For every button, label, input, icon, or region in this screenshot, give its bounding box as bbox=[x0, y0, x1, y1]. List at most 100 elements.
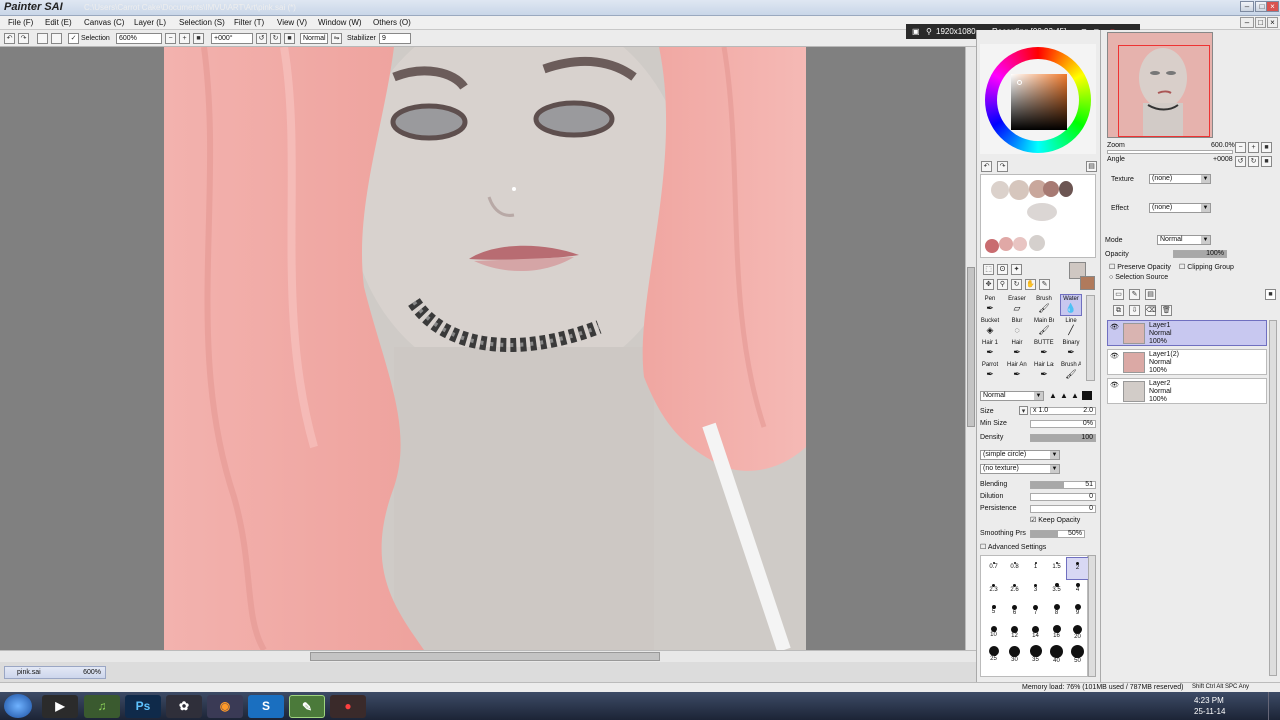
brush-size-cell[interactable]: 7 bbox=[1025, 602, 1046, 623]
smoothing-slider[interactable]: 50% bbox=[1030, 530, 1085, 538]
selection-checkbox[interactable]: ✓ bbox=[68, 33, 79, 44]
redo-icon[interactable]: ↷ bbox=[18, 33, 29, 44]
brush-edge-soft-icon[interactable]: ▲ bbox=[1049, 391, 1057, 400]
media-app-icon[interactable]: ▶ bbox=[42, 695, 78, 718]
brush-size-cell[interactable]: 3.5 bbox=[1046, 580, 1067, 601]
brush-size-cell[interactable]: 50 bbox=[1067, 644, 1088, 667]
tool-eraser[interactable]: Eraser ▱ bbox=[1007, 295, 1027, 315]
nav-zoom-slider[interactable] bbox=[1107, 150, 1233, 154]
zoom-in-icon[interactable]: + bbox=[179, 33, 190, 44]
nav-rotate-right-icon[interactable]: ↻ bbox=[1248, 156, 1259, 167]
brush-size-scrollbar[interactable] bbox=[1088, 555, 1096, 677]
min-size-slider[interactable]: 0% bbox=[1030, 420, 1096, 428]
layer-panel-menu-icon[interactable]: ■ bbox=[1265, 289, 1276, 300]
menu-others[interactable]: Others (O) bbox=[373, 18, 411, 27]
delete-layer-icon[interactable]: 🗑 bbox=[1161, 305, 1172, 316]
zoom-select[interactable]: 600% bbox=[116, 33, 162, 44]
brush-size-cell[interactable]: 1 bbox=[1025, 558, 1046, 579]
doc-minimize-button[interactable]: – bbox=[1240, 17, 1254, 28]
brush-size-cell[interactable]: 2.6 bbox=[1004, 580, 1025, 601]
doc-restore-button[interactable]: □ bbox=[1255, 17, 1266, 28]
rotation-select[interactable]: +000° bbox=[211, 33, 253, 44]
brush-size-cell[interactable]: 30 bbox=[1004, 645, 1025, 667]
blending-slider[interactable]: 51 bbox=[1030, 481, 1096, 489]
file-tab[interactable]: pink.sai 600% bbox=[4, 666, 106, 679]
swatch-redo-icon[interactable]: ↷ bbox=[997, 161, 1008, 172]
close-button[interactable]: × bbox=[1266, 1, 1279, 12]
canvas-area[interactable] bbox=[0, 47, 966, 650]
menu-filter[interactable]: Filter (T) bbox=[234, 18, 264, 27]
tool-grid-scrollbar[interactable] bbox=[1086, 295, 1095, 381]
navigator-viewport[interactable] bbox=[1118, 45, 1210, 137]
copy-layer-icon[interactable]: ⧉ bbox=[1113, 305, 1124, 316]
tool-hair[interactable]: Hair ✒ bbox=[1007, 339, 1027, 359]
tool-hair-anime[interactable]: Hair Anime✒ bbox=[1007, 361, 1027, 381]
canvas-horizontal-scrollbar[interactable] bbox=[0, 650, 976, 662]
start-button[interactable] bbox=[4, 694, 32, 718]
brush-size-cell[interactable]: 5 bbox=[983, 602, 1004, 623]
dilution-slider[interactable]: 0 bbox=[1030, 493, 1096, 501]
layer-list-scrollbar[interactable] bbox=[1269, 320, 1277, 676]
nav-zoom-out-icon[interactable]: − bbox=[1235, 142, 1246, 153]
tool-brush[interactable]: Brush 🖌 bbox=[1034, 295, 1054, 315]
brush-edge-medium-icon[interactable]: ▲ bbox=[1060, 391, 1068, 400]
menu-view[interactable]: View (V) bbox=[277, 18, 307, 27]
zoom-reset-icon[interactable]: ■ bbox=[193, 33, 204, 44]
effect-select[interactable]: (none) ▼ bbox=[1149, 203, 1211, 213]
app-icon[interactable]: ✿ bbox=[166, 695, 202, 718]
swatch-options-icon[interactable]: ▤ bbox=[1086, 161, 1097, 172]
menu-edit[interactable]: Edit (E) bbox=[45, 18, 72, 27]
navigator-preview[interactable] bbox=[1107, 32, 1213, 138]
tool-bucket[interactable]: Bucket ◈ bbox=[980, 317, 1000, 337]
new-linework-layer-icon[interactable]: ✎ bbox=[1129, 289, 1140, 300]
rotate-right-icon[interactable]: ↻ bbox=[270, 33, 281, 44]
tool-butter[interactable]: BUTTER✒ bbox=[1034, 339, 1054, 359]
menu-canvas[interactable]: Canvas (C) bbox=[84, 18, 124, 27]
nav-zoom-in-icon[interactable]: + bbox=[1248, 142, 1259, 153]
brush-size-cell[interactable]: 0.8 bbox=[1004, 558, 1025, 579]
blend-mode-select[interactable]: Normal bbox=[300, 33, 328, 44]
menu-layer[interactable]: Layer (L) bbox=[134, 18, 166, 27]
brush-texture-select[interactable]: (no texture) ▼ bbox=[980, 464, 1060, 474]
brush-size-cell[interactable]: 2 bbox=[1066, 557, 1089, 580]
zoom-icon[interactable]: ⚲ bbox=[997, 279, 1008, 290]
advanced-settings-checkbox[interactable]: ☐ Advanced Settings bbox=[980, 543, 1046, 551]
tool-line[interactable]: Line ╱ bbox=[1061, 317, 1081, 337]
layer-visibility-icon[interactable]: 👁 bbox=[1110, 382, 1120, 390]
new-folder-icon[interactable]: ▤ bbox=[1145, 289, 1156, 300]
new-layer-icon[interactable]: ▭ bbox=[1113, 289, 1124, 300]
horizontal-scroll-thumb[interactable] bbox=[310, 652, 660, 661]
magic-wand-icon[interactable]: ✦ bbox=[1011, 264, 1022, 275]
stabilizer-select[interactable]: 9 bbox=[379, 33, 411, 44]
photoshop-icon[interactable]: Ps bbox=[125, 695, 161, 718]
brush-size-cell[interactable]: 6 bbox=[1004, 602, 1025, 623]
brush-size-cell[interactable]: 9 bbox=[1067, 602, 1088, 623]
lasso-icon[interactable]: ʘ bbox=[997, 264, 1008, 275]
keep-opacity-checkbox[interactable]: ☑ Keep Opacity bbox=[1030, 516, 1080, 524]
brush-size-cell[interactable]: 1.5 bbox=[1046, 558, 1067, 579]
clipping-group-checkbox[interactable]: ☐ Clipping Group bbox=[1179, 263, 1234, 271]
eyedropper-icon[interactable]: ✎ bbox=[1039, 279, 1050, 290]
color-picker-cursor[interactable] bbox=[1017, 80, 1022, 85]
layer-row[interactable]: 👁 Layer1(2) Normal 100% bbox=[1107, 349, 1267, 375]
brush-size-cell[interactable]: 3 bbox=[1025, 580, 1046, 601]
show-desktop-button[interactable] bbox=[1268, 692, 1280, 720]
menu-selection[interactable]: Selection (S) bbox=[179, 18, 225, 27]
brush-size-cell[interactable]: 12 bbox=[1004, 624, 1025, 645]
clear-layer-icon[interactable]: ⌫ bbox=[1145, 305, 1156, 316]
tool-pen[interactable]: Pen ✒ bbox=[980, 295, 1000, 315]
persistence-slider[interactable]: 0 bbox=[1030, 505, 1096, 513]
rotate-reset-icon[interactable]: ■ bbox=[284, 33, 295, 44]
brush-size-cell[interactable]: 25 bbox=[983, 646, 1004, 667]
nav-zoom-reset-icon[interactable]: ■ bbox=[1261, 142, 1272, 153]
move-icon[interactable]: ✥ bbox=[983, 279, 994, 290]
invert-selection-icon[interactable] bbox=[51, 33, 62, 44]
layer-visibility-icon[interactable]: 👁 bbox=[1110, 324, 1120, 332]
flip-icon[interactable]: ⇋ bbox=[331, 33, 342, 44]
merge-down-icon[interactable]: ⇩ bbox=[1129, 305, 1140, 316]
spotify-icon[interactable]: ♫ bbox=[84, 695, 120, 718]
layer-row[interactable]: 👁 Layer1 Normal 100% bbox=[1107, 320, 1267, 346]
doc-close-button[interactable]: × bbox=[1267, 17, 1278, 28]
size-dropdown[interactable]: ▾ bbox=[1019, 406, 1028, 415]
hand-icon[interactable]: ✋ bbox=[1025, 279, 1036, 290]
